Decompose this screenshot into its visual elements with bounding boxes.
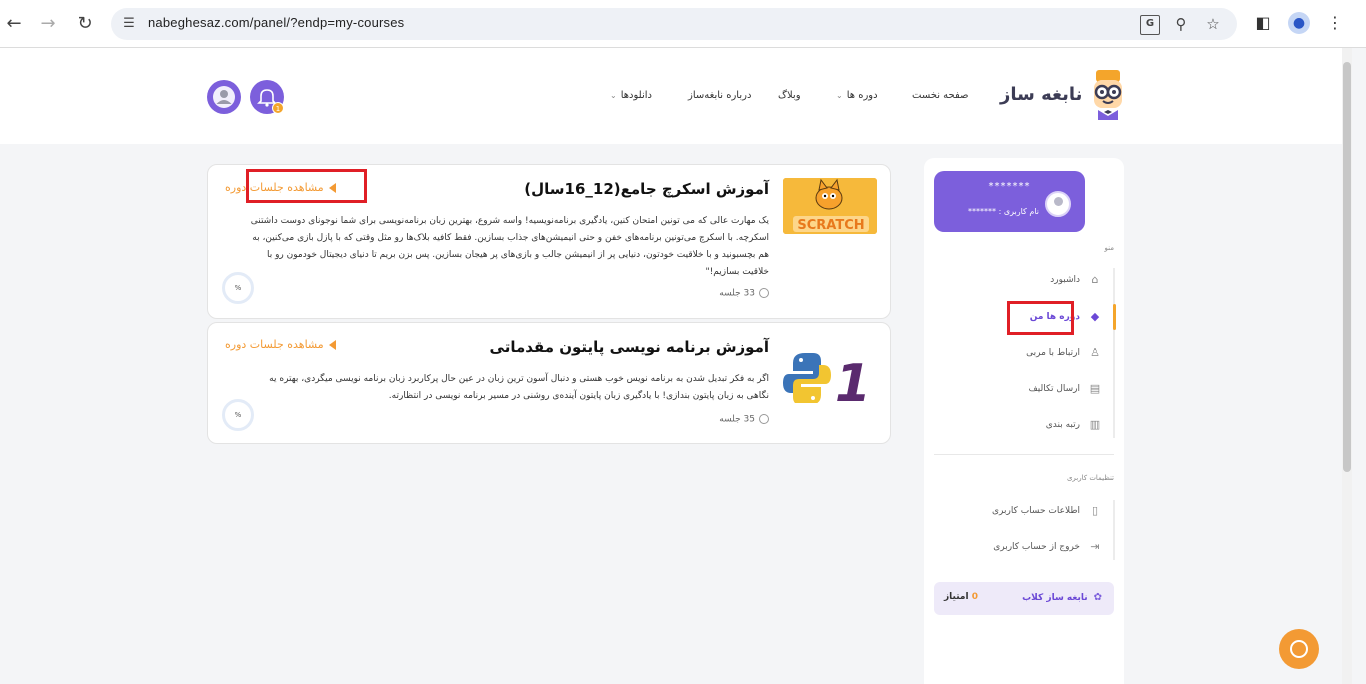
course-description: اگر به فکر تبدیل شدن به برنامه نویس خوب … <box>269 374 769 401</box>
url-text[interactable]: nabeghesaz.com/panel/?endp=my-courses <box>148 15 404 30</box>
nav-courses-label: دوره ها <box>846 90 878 101</box>
menu-active-indicator <box>1113 304 1116 330</box>
graduation-cap-icon: ◆ <box>1090 309 1100 323</box>
profile-icon[interactable]: ● <box>1288 12 1310 34</box>
address-bar[interactable]: ☰ nabeghesaz.com/panel/?endp=my-courses … <box>111 8 1237 40</box>
user-info-card: ******* نام کاربری : ******* <box>934 171 1085 232</box>
course-title[interactable]: آموزش اسکرچ جامع(12_16سال) <box>524 180 769 198</box>
sidebar-item-dashboard[interactable]: ⌂ داشبورد <box>1050 271 1102 289</box>
zoom-icon[interactable]: ⚲ <box>1171 14 1191 34</box>
scrollbar-thumb[interactable] <box>1343 62 1351 472</box>
highlight-annotation-box <box>1007 301 1074 335</box>
sidebar-item-contact-coach[interactable]: ♙ ارتباط با مربی <box>1026 344 1102 362</box>
settings-heading: تنظیمات کاربری <box>1066 474 1114 482</box>
person-icon: ♙ <box>1090 345 1100 359</box>
course-level-number: 1 <box>835 354 871 403</box>
translate-icon[interactable]: G <box>1140 15 1160 35</box>
dashboard-icon: ⌂ <box>1091 272 1099 286</box>
menu-track-line <box>1113 268 1115 438</box>
user-avatar-button[interactable] <box>207 80 241 114</box>
notification-button[interactable]: 1 <box>250 80 284 114</box>
settings-track-line <box>1113 500 1115 560</box>
browser-menu-icon[interactable]: ⋮ <box>1324 12 1346 34</box>
club-label-text: نابغه ساز کلاب <box>1022 593 1088 603</box>
nav-home-label: صفحه نخست <box>912 90 969 101</box>
id-card-icon: ▯ <box>1091 503 1099 517</box>
sidebar-item-label: اطلاعات حساب کاربری <box>991 506 1080 516</box>
progress-ring: % <box>222 272 254 304</box>
nav-blog-label: وبلاگ <box>778 90 801 101</box>
sidebar-item-ranking[interactable]: ▥ رتبه بندی <box>1046 416 1102 434</box>
nav-downloads-label: دانلودها <box>620 90 652 101</box>
python-logo-image: 1 <box>783 347 877 403</box>
sidebar-item-account-info[interactable]: ▯ اطلاعات حساب کاربری <box>992 502 1102 520</box>
notification-badge: 1 <box>272 102 284 114</box>
sidebar-item-label: رتبه بندی <box>1045 420 1080 430</box>
user-icon <box>213 86 235 108</box>
chat-support-button[interactable] <box>1279 629 1319 669</box>
sidebar-item-label: ارتباط با مربی <box>1026 348 1080 358</box>
scratch-cat-image: SCRATCH <box>783 178 877 234</box>
view-sessions-label: مشاهده جلسات دوره <box>225 338 324 351</box>
club-card[interactable]: ✿ نابغه ساز کلاب 0 امتیاز <box>934 582 1114 615</box>
sidebar-item-submit-homework[interactable]: ▤ ارسال تکالیف <box>1028 380 1102 398</box>
club-points-number: 0 <box>971 592 978 602</box>
user-name: ******* <box>988 181 1031 192</box>
browser-toolbar: ← → ↻ ☰ nabeghesaz.com/panel/?endp=my-co… <box>0 0 1366 48</box>
clock-icon <box>759 414 769 424</box>
sidebar-item-label: ارسال تکالیف <box>1028 384 1080 394</box>
document-search-icon: ▤ <box>1089 381 1101 395</box>
view-sessions-link[interactable]: مشاهده جلسات دوره <box>225 338 336 351</box>
session-count: 33 جلسه <box>719 288 769 299</box>
clock-icon <box>759 288 769 298</box>
site-info-icon[interactable]: ☰ <box>121 16 137 32</box>
session-count: 35 جلسه <box>719 414 769 425</box>
nav-about-label: درباره نابغه‌ساز <box>688 90 752 101</box>
logout-icon: ⇥ <box>1090 539 1100 553</box>
progress-ring: % <box>222 399 254 431</box>
dashboard-sidebar: ******* نام کاربری : ******* منو ⌂ داشبور… <box>924 158 1124 684</box>
course-thumbnail[interactable]: 1 <box>783 347 877 403</box>
course-card: SCRATCH آموزش اسکرچ جامع(12_16سال) یک مه… <box>207 164 891 319</box>
sidebar-item-label: داشبورد <box>1050 275 1080 285</box>
side-panel-icon[interactable]: ◧ <box>1252 12 1274 34</box>
nav-blog[interactable]: وبلاگ <box>778 90 801 101</box>
club-icon: ✿ <box>1093 592 1102 603</box>
nav-home[interactable]: صفحه نخست <box>912 90 969 101</box>
user-avatar-icon <box>1045 191 1071 217</box>
course-card: 1 آموزش برنامه نویسی پایتون مقدماتی اگر … <box>207 322 891 444</box>
back-icon[interactable]: ← <box>2 12 26 36</box>
sidebar-divider <box>934 454 1114 455</box>
page-scrollbar[interactable] <box>1342 48 1352 684</box>
site-logo[interactable]: نابغه ساز <box>1000 70 1128 124</box>
nav-about[interactable]: درباره نابغه‌ساز <box>688 90 751 101</box>
bookmark-star-icon[interactable]: ☆ <box>1203 14 1223 34</box>
sidebar-item-label: خروج از حساب کاربری <box>993 542 1080 552</box>
arrow-left-icon <box>328 340 336 350</box>
session-count-text: 33 جلسه <box>719 288 755 299</box>
forward-icon[interactable]: → <box>36 12 60 36</box>
chevron-down-icon: ⌄ <box>836 91 843 100</box>
highlight-annotation-box <box>246 169 367 203</box>
course-thumbnail[interactable]: SCRATCH <box>783 178 877 234</box>
scratch-logo-text: SCRATCH <box>797 218 864 233</box>
nav-courses[interactable]: دوره ها⌄ <box>836 90 878 101</box>
session-count-text: 35 جلسه <box>719 414 755 425</box>
sidebar-item-logout[interactable]: ⇥ خروج از حساب کاربری <box>993 538 1102 556</box>
site-header: نابغه ساز صفحه نخست دوره ها⌄ وبلاگ دربار… <box>0 48 1342 144</box>
username-label: نام کاربری : ******* <box>968 207 1039 216</box>
course-title[interactable]: آموزش برنامه نویسی پایتون مقدماتی <box>490 338 769 356</box>
mascot-logo-icon <box>1094 70 1122 120</box>
club-points: 0 امتیاز <box>944 592 978 602</box>
club-points-text: امتیاز <box>944 592 969 602</box>
podium-icon: ▥ <box>1089 417 1101 431</box>
logo-text: نابغه ساز <box>1000 84 1083 105</box>
menu-heading: منو <box>1104 244 1114 252</box>
nav-downloads[interactable]: دانلودها⌄ <box>610 90 652 101</box>
reload-icon[interactable]: ↻ <box>73 12 97 36</box>
club-label: ✿ نابغه ساز کلاب <box>1022 592 1102 603</box>
course-description: یک مهارت عالی که می تونین امتحان کنین، ی… <box>250 216 769 277</box>
chevron-down-icon: ⌄ <box>610 91 617 100</box>
